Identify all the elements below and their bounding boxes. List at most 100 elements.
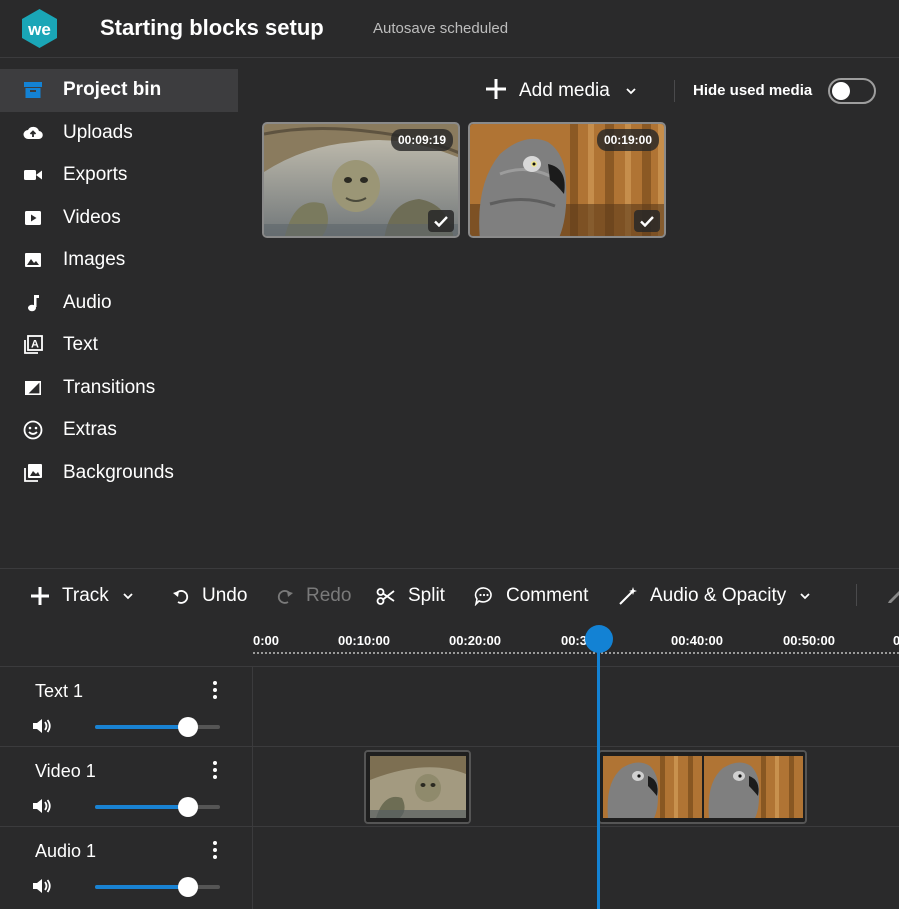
toggle-knob [832,82,850,100]
track-menu-icon[interactable] [205,839,225,861]
split-label: Split [408,585,445,606]
sidebar-item-label: Images [63,249,126,271]
image-icon [22,249,44,271]
volume-slider-fill [95,805,188,809]
volume-slider[interactable] [95,717,220,737]
track-menu-icon[interactable] [205,759,225,781]
undo-label: Undo [202,585,248,606]
volume-icon[interactable] [32,797,52,815]
track-header-text-1: Text 1 [0,666,252,746]
pen-icon[interactable] [886,586,899,606]
audio-opacity-button[interactable]: Audio & Opacity [618,583,810,609]
smiley-icon [22,419,44,441]
redo-button[interactable]: Redo [276,583,351,609]
volume-slider-thumb[interactable] [177,877,198,897]
track-name[interactable]: Text 1 [35,681,83,702]
top-bar: we Starting blocks setup Autosave schedu… [0,0,899,58]
sidebar-item-label: Transitions [63,376,156,398]
sidebar-item-images[interactable]: Images [0,239,238,282]
volume-slider[interactable] [95,797,220,817]
track-name[interactable]: Video 1 [35,761,96,782]
volume-icon[interactable] [32,877,52,895]
music-note-icon [22,292,44,314]
playhead-handle[interactable] [585,625,613,653]
toolbar-divider [674,80,675,102]
transition-icon [22,377,44,399]
hide-used-media-toggle[interactable] [828,78,876,104]
track-lane-audio-1[interactable] [253,826,899,906]
sidebar-item-label: Text [63,334,98,356]
chevron-down-icon[interactable] [626,84,636,98]
track-name[interactable]: Audio 1 [35,841,96,862]
duration-badge: 00:09:19 [390,129,453,151]
archive-box-icon [22,79,44,101]
duration-badge: 00:19:00 [596,129,659,151]
sidebar-item-backgrounds[interactable]: Backgrounds [0,452,238,495]
check-icon [634,210,660,232]
sidebar-item-label: Videos [63,206,121,228]
track-header-video-1: Video 1 [0,746,252,826]
volume-slider-thumb[interactable] [177,797,198,817]
timeline-ruler[interactable]: 0:00 00:10:00 00:20:00 00:30:00 00:40:00… [253,622,899,666]
volume-slider-fill [95,885,188,889]
redo-icon [276,587,294,605]
text-layers-icon: A [22,334,44,356]
svg-text:A: A [31,339,39,351]
clip-thumbnail [600,752,805,822]
sidebar-item-uploads[interactable]: Uploads [0,112,238,155]
ruler-tick: 0:00 [253,633,280,648]
sidebar-item-project-bin[interactable]: Project bin [0,69,238,112]
cloud-upload-icon [22,122,44,144]
sidebar-item-exports[interactable]: Exports [0,154,238,197]
sidebar-item-label: Uploads [63,121,133,143]
sidebar-item-videos[interactable]: Videos [0,197,238,240]
media-card-parrot[interactable]: 00:19:00 [468,122,666,238]
undo-icon [172,587,190,605]
sidebar-item-label: Exports [63,164,128,186]
toolbar-divider [856,584,857,606]
project-title[interactable]: Starting blocks setup [100,15,324,41]
clip-thumbnail [366,752,469,822]
check-icon [428,210,454,232]
timeline-clip-tortoise[interactable] [364,750,471,824]
sidebar-item-label: Backgrounds [63,461,174,483]
scissors-icon [376,586,396,606]
split-button[interactable]: Split [376,583,445,609]
play-square-icon [22,207,44,229]
volume-icon[interactable] [32,717,52,735]
track-lane-text-1[interactable] [253,666,899,746]
sidebar-item-label: Project bin [63,79,162,101]
ruler-tick: 0 [893,633,899,648]
plus-icon [30,586,50,606]
comment-label: Comment [506,585,589,606]
sidebar-item-transitions[interactable]: Transitions [0,367,238,410]
ruler-tick: 00:40:00 [670,633,724,648]
sidebar-item-audio[interactable]: Audio [0,282,238,325]
chevron-down-icon[interactable] [123,589,133,603]
chevron-down-icon[interactable] [800,589,810,603]
wand-icon [618,586,638,606]
svg-text:we: we [27,20,51,39]
media-card-tortoise[interactable]: 00:09:19 [262,122,460,238]
add-media-label: Add media [519,80,610,101]
track-menu-icon[interactable] [205,679,225,701]
track-header-audio-1: Audio 1 [0,826,252,906]
timeline-clip-parrot[interactable] [598,750,807,824]
volume-slider[interactable] [95,877,220,897]
sidebar-item-label: Audio [63,291,112,313]
playhead-line [597,640,600,909]
undo-button[interactable]: Undo [172,583,247,609]
ruler-tick: 00:50:00 [782,633,836,648]
app-logo[interactable]: we [19,8,60,49]
video-camera-icon [22,164,44,186]
add-media-button[interactable]: Add media [485,76,636,106]
sidebar-item-extras[interactable]: Extras [0,409,238,452]
redo-label: Redo [306,585,352,606]
sidebar-item-text[interactable]: A Text [0,324,238,367]
comment-button[interactable]: Comment [474,583,588,609]
hide-used-media-label: Hide used media [693,82,813,99]
autosave-status: Autosave scheduled [373,20,509,37]
sidebar-item-label: Extras [63,419,117,441]
add-track-button[interactable]: Track [30,583,133,609]
volume-slider-thumb[interactable] [177,717,198,737]
